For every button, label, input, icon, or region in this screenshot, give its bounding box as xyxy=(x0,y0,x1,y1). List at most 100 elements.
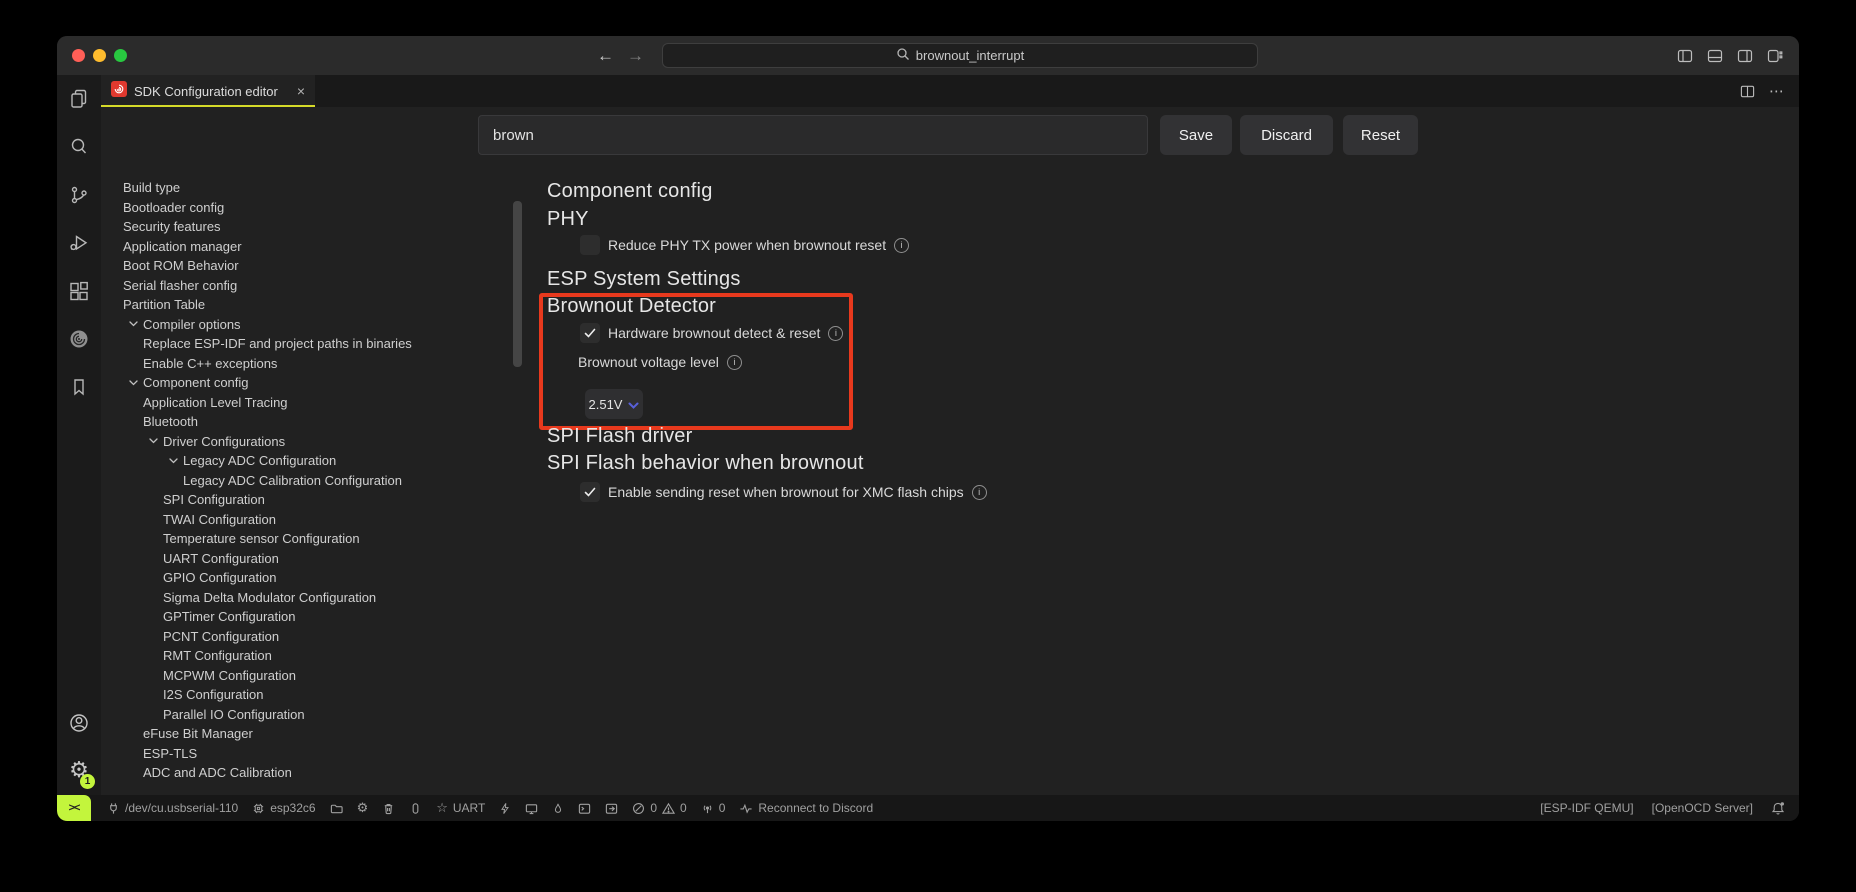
bolt-icon[interactable] xyxy=(499,802,511,815)
uart-label: UART xyxy=(452,801,486,815)
toggle-panel-icon[interactable] xyxy=(1707,48,1723,64)
tree-item-twai-configuration[interactable]: TWAI Configuration xyxy=(101,510,521,530)
checkbox-hardware-brownout[interactable] xyxy=(580,323,600,343)
problems-item[interactable]: 0 0 xyxy=(632,801,687,815)
info-icon[interactable]: i xyxy=(894,237,910,253)
tree-item-driver-configurations[interactable]: Driver Configurations xyxy=(101,432,521,452)
tree-item-label: TWAI Configuration xyxy=(163,511,276,527)
tree-item-temperature-sensor-configuration[interactable]: Temperature sensor Configuration xyxy=(101,529,521,549)
esp-idf-qemu-item[interactable]: [ESP-IDF QEMU] xyxy=(1540,801,1633,815)
tree-item-adc-and-adc-calibration[interactable]: ADC and ADC Calibration xyxy=(101,763,521,783)
minimize-window-button[interactable] xyxy=(93,49,106,62)
brownout-voltage-select[interactable]: 2.51V xyxy=(585,389,643,419)
tree-item-enable-c-exceptions[interactable]: Enable C++ exceptions xyxy=(101,354,521,374)
remote-indicator[interactable]: >< xyxy=(57,795,91,821)
openocd-server-item[interactable]: [OpenOCD Server] xyxy=(1652,801,1753,815)
tree-item-sigma-delta-modulator-configuration[interactable]: Sigma Delta Modulator Configuration xyxy=(101,588,521,608)
chevron-down-icon[interactable] xyxy=(123,321,143,327)
trash-icon[interactable] xyxy=(382,802,395,815)
tree-item-pcnt-configuration[interactable]: PCNT Configuration xyxy=(101,627,521,647)
uart-item[interactable]: ☆ UART xyxy=(436,801,485,815)
bell-icon[interactable] xyxy=(1771,801,1785,815)
warning-count: 0 xyxy=(680,801,687,815)
extensions-icon[interactable] xyxy=(57,267,101,315)
explorer-icon[interactable] xyxy=(57,75,101,123)
tab-close-icon[interactable]: × xyxy=(297,83,305,99)
terminal-icon[interactable] xyxy=(578,802,591,815)
back-arrow-icon[interactable]: ← xyxy=(597,46,614,66)
tree-item-bootloader-config[interactable]: Bootloader config xyxy=(101,198,521,218)
split-editor-icon[interactable] xyxy=(1740,84,1755,99)
source-control-icon[interactable] xyxy=(57,171,101,219)
config-search-input[interactable]: brown xyxy=(478,115,1148,155)
reset-button[interactable]: Reset xyxy=(1343,115,1418,155)
settings-gear-icon[interactable]: ⚙ 1 xyxy=(57,747,101,795)
tree-item-spi-configuration[interactable]: SPI Configuration xyxy=(101,490,521,510)
tree-item-bluetooth[interactable]: Bluetooth xyxy=(101,412,521,432)
ports-item[interactable]: 0 xyxy=(701,801,725,815)
info-icon[interactable]: i xyxy=(828,325,844,341)
tree-item-boot-rom-behavior[interactable]: Boot ROM Behavior xyxy=(101,256,521,276)
serial-port-item[interactable]: /dev/cu.usbserial-110 xyxy=(107,801,238,815)
discord-item[interactable]: Reconnect to Discord xyxy=(739,801,873,815)
tree-item-build-type[interactable]: Build type xyxy=(101,178,521,198)
tree-item-security-features[interactable]: Security features xyxy=(101,217,521,237)
chevron-down-icon[interactable] xyxy=(163,458,183,464)
command-center-search[interactable]: brownout_interrupt xyxy=(662,43,1258,68)
tree-item-esp-tls[interactable]: ESP-TLS xyxy=(101,744,521,764)
run-debug-icon[interactable] xyxy=(57,219,101,267)
more-actions-icon[interactable]: ⋯ xyxy=(1769,82,1785,100)
search-sidebar-icon[interactable] xyxy=(57,123,101,171)
tree-item-legacy-adc-configuration[interactable]: Legacy ADC Configuration xyxy=(101,451,521,471)
tab-sdk-configuration-editor[interactable]: SDK Configuration editor × xyxy=(101,75,315,107)
flash-folder-icon[interactable] xyxy=(330,802,343,815)
tree-item-component-config[interactable]: Component config xyxy=(101,373,521,393)
info-icon[interactable]: i xyxy=(971,484,987,500)
content-scrollbar[interactable] xyxy=(513,201,522,367)
tree-item-serial-flasher-config[interactable]: Serial flasher config xyxy=(101,276,521,296)
launch-icon[interactable] xyxy=(605,802,618,815)
customize-layout-icon[interactable] xyxy=(1767,48,1783,64)
tab-bar: SDK Configuration editor × ⋯ xyxy=(101,75,1799,107)
forward-arrow-icon[interactable]: → xyxy=(627,46,644,66)
close-window-button[interactable] xyxy=(72,49,85,62)
tree-item-compiler-options[interactable]: Compiler options xyxy=(101,315,521,335)
sdkconfig-gear-icon[interactable]: ⚙ xyxy=(357,802,369,815)
checkbox-xmc-reset[interactable] xyxy=(580,482,600,502)
tree-item-gptimer-configuration[interactable]: GPTimer Configuration xyxy=(101,607,521,627)
tree-item-legacy-adc-calibration-configuration[interactable]: Legacy ADC Calibration Configuration xyxy=(101,471,521,491)
tree-item-label: Replace ESP-IDF and project paths in bin… xyxy=(143,336,412,352)
tree-item-uart-configuration[interactable]: UART Configuration xyxy=(101,549,521,569)
discard-button[interactable]: Discard xyxy=(1240,115,1333,155)
pulse-icon xyxy=(739,802,753,815)
checkbox-reduce-phy-tx[interactable] xyxy=(580,235,600,255)
tree-item-efuse-bit-manager[interactable]: eFuse Bit Manager xyxy=(101,724,521,744)
tree-item-rmt-configuration[interactable]: RMT Configuration xyxy=(101,646,521,666)
device-target-item[interactable]: esp32c6 xyxy=(252,801,316,815)
tree-item-i2s-configuration[interactable]: I2S Configuration xyxy=(101,685,521,705)
tree-item-application-manager[interactable]: Application manager xyxy=(101,237,521,257)
tree-item-label: ESP-TLS xyxy=(143,745,198,761)
tree-item-label: ADC and ADC Calibration xyxy=(143,765,292,781)
chevron-down-icon[interactable] xyxy=(123,380,143,386)
account-icon[interactable] xyxy=(57,699,101,747)
config-search-value: brown xyxy=(493,126,534,144)
maximize-window-button[interactable] xyxy=(114,49,127,62)
vscode-window: ← → brownout_interrupt ⚙ 1 SDK Configura… xyxy=(57,36,1799,821)
toggle-secondary-sidebar-icon[interactable] xyxy=(1737,48,1753,64)
espressif-sidebar-icon[interactable] xyxy=(57,315,101,363)
eraser-icon[interactable] xyxy=(409,802,422,815)
info-icon[interactable]: i xyxy=(726,354,742,370)
tree-item-mcpwm-configuration[interactable]: MCPWM Configuration xyxy=(101,666,521,686)
monitor-icon[interactable] xyxy=(525,802,538,815)
bookmark-icon[interactable] xyxy=(57,363,101,411)
flame-icon[interactable] xyxy=(552,802,564,815)
tree-item-application-level-tracing[interactable]: Application Level Tracing xyxy=(101,393,521,413)
tree-item-replace-esp-idf-and-project-paths-in-binaries[interactable]: Replace ESP-IDF and project paths in bin… xyxy=(101,334,521,354)
tree-item-partition-table[interactable]: Partition Table xyxy=(101,295,521,315)
save-button[interactable]: Save xyxy=(1160,115,1232,155)
chevron-down-icon[interactable] xyxy=(143,438,163,444)
tree-item-gpio-configuration[interactable]: GPIO Configuration xyxy=(101,568,521,588)
tree-item-parallel-io-configuration[interactable]: Parallel IO Configuration xyxy=(101,705,521,725)
toggle-sidebar-icon[interactable] xyxy=(1677,48,1693,64)
